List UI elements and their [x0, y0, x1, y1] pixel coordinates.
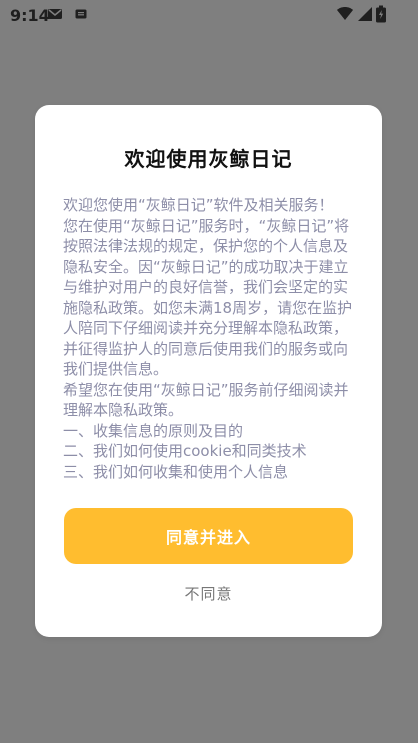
- status-bar: 9:14: [0, 0, 418, 28]
- policy-paragraph: 三、我们如何收集和使用个人信息: [63, 462, 289, 481]
- privacy-dialog: 欢迎使用灰鲸日记 欢迎您使用“灰鲸日记”软件及相关服务！ 您在使用“灰鲸日记”服…: [35, 105, 382, 637]
- policy-paragraph: 希望您在使用“灰鲸日记”服务前仔细阅读并理解本隐私政策。: [63, 380, 349, 420]
- message-icon: [75, 9, 87, 19]
- wifi-icon: [337, 7, 353, 20]
- policy-paragraph: 一、收集信息的原则及目的: [63, 421, 244, 440]
- policy-paragraph: 欢迎您使用“灰鲸日记”软件及相关服务！: [63, 196, 334, 214]
- policy-paragraph: 您在使用“灰鲸日记”服务时，“灰鲸日记”将按照法律法规的规定，保护您的个人信息及…: [63, 216, 353, 379]
- cellular-icon: [358, 7, 372, 21]
- agree-button[interactable]: 同意并进入: [64, 508, 353, 564]
- privacy-policy-text[interactable]: 欢迎您使用“灰鲸日记”软件及相关服务！ 您在使用“灰鲸日记”服务时，“灰鲸日记”…: [63, 195, 357, 483]
- mail-icon: [48, 9, 62, 19]
- status-time: 9:14: [10, 6, 50, 25]
- dialog-title: 欢迎使用灰鲸日记: [124, 147, 293, 171]
- policy-paragraph: 二、我们如何使用cookie和同类技术: [63, 442, 307, 460]
- battery-icon: [376, 5, 386, 23]
- disagree-button[interactable]: 不同意: [35, 583, 382, 605]
